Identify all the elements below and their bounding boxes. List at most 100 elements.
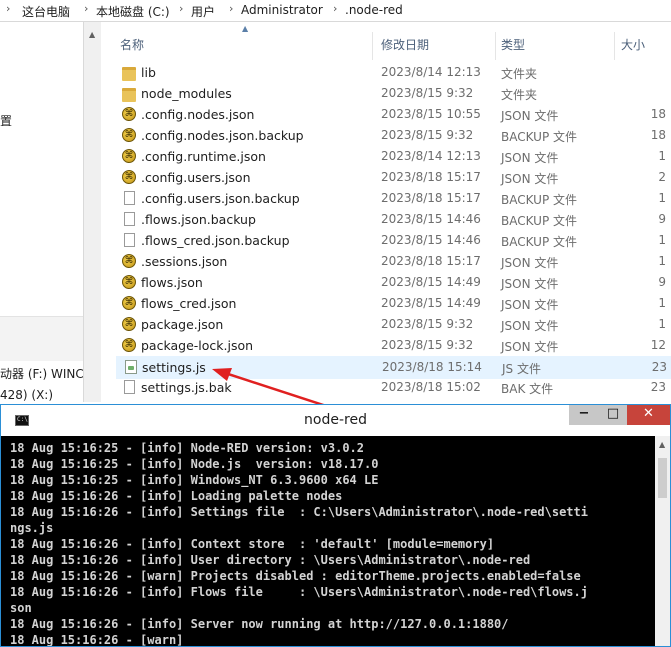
file-type: JSON 文件 xyxy=(501,298,559,312)
file-row[interactable]: settings.js 2023/8/18 15:14 JS 文件 23 xyxy=(116,356,671,379)
nav-item-drive-x[interactable]: 428) (X:) xyxy=(0,388,53,402)
file-row[interactable]: flows_cred.json 2023/8/15 14:49 JSON 文件 1 xyxy=(116,293,671,314)
file-type: JSON 文件 xyxy=(501,277,559,291)
console-line: 18 Aug 15:16:26 - [info] Settings file :… xyxy=(10,505,588,519)
blank-file-icon xyxy=(124,380,135,394)
json-file-icon xyxy=(122,107,136,121)
file-row[interactable]: lib 2023/8/14 12:13 文件夹 xyxy=(116,62,671,83)
file-modified: 2023/8/15 9:32 xyxy=(381,317,474,331)
json-file-icon xyxy=(122,296,136,310)
folder-icon xyxy=(122,67,136,81)
file-type: BACKUP 文件 xyxy=(501,130,577,144)
console-line: 18 Aug 15:16:26 - [info] Flows file : \U… xyxy=(10,585,588,599)
breadcrumb-users[interactable]: 用户 xyxy=(191,3,215,20)
file-row[interactable]: node_modules 2023/8/15 9:32 文件夹 xyxy=(116,83,671,104)
column-name[interactable]: 名称 xyxy=(120,36,144,53)
column-divider[interactable] xyxy=(495,32,496,60)
file-type: JSON 文件 xyxy=(501,109,559,123)
file-name: .config.users.json xyxy=(141,170,251,185)
file-size: 1 xyxy=(658,233,666,247)
chevron-right-icon[interactable]: › xyxy=(229,2,233,15)
file-row[interactable]: flows.json 2023/8/15 14:49 JSON 文件 9 xyxy=(116,272,671,293)
file-name: settings.js.bak xyxy=(141,380,232,395)
breadcrumb-node-red[interactable]: .node-red xyxy=(345,3,403,17)
console-line: ngs.js xyxy=(10,521,54,535)
file-modified: 2023/8/18 15:02 xyxy=(381,380,481,394)
file-row[interactable]: .sessions.json 2023/8/18 15:17 JSON 文件 1 xyxy=(116,251,671,272)
close-button[interactable]: ✕ xyxy=(627,405,670,425)
file-modified: 2023/8/18 15:17 xyxy=(381,191,481,205)
maximize-button[interactable]: □ xyxy=(598,405,628,425)
nav-scrollbar[interactable]: ▲ xyxy=(84,22,101,402)
file-name: settings.js xyxy=(142,360,206,375)
breadcrumb-this-pc[interactable]: 这台电脑 xyxy=(22,3,70,20)
json-file-icon xyxy=(122,128,136,142)
column-modified[interactable]: 修改日期 xyxy=(381,36,429,53)
console-line: 18 Aug 15:16:26 - [info] User directory … xyxy=(10,553,531,567)
file-row[interactable]: .config.runtime.json 2023/8/14 12:13 JSON … xyxy=(116,146,671,167)
chevron-right-icon[interactable]: › xyxy=(84,2,88,15)
breadcrumb-administrator[interactable]: Administrator xyxy=(241,3,323,17)
file-modified: 2023/8/18 15:14 xyxy=(382,360,482,374)
column-divider[interactable] xyxy=(372,32,373,60)
file-type: JSON 文件 xyxy=(501,319,559,333)
console-titlebar[interactable]: C:\ node-red − □ ✕ xyxy=(1,405,670,436)
console-line: son xyxy=(10,601,32,615)
file-size: 18 xyxy=(650,128,666,142)
json-file-icon xyxy=(122,170,136,184)
file-row[interactable]: .config.users.json.backup 2023/8/18 15:17… xyxy=(116,188,671,209)
console-output[interactable]: 18 Aug 15:16:25 - [info] Node-RED versio… xyxy=(10,440,655,646)
json-file-icon xyxy=(122,149,136,163)
file-type: JSON 文件 xyxy=(501,151,559,165)
file-modified: 2023/8/15 9:32 xyxy=(381,128,474,142)
console-line: 18 Aug 15:16:26 - [info] Server now runn… xyxy=(10,617,509,631)
scroll-thumb[interactable] xyxy=(658,458,667,498)
column-type[interactable]: 类型 xyxy=(501,36,525,53)
file-name: package-lock.json xyxy=(141,338,254,353)
file-name: .config.users.json.backup xyxy=(141,191,300,206)
file-size: 23 xyxy=(650,380,666,394)
file-row[interactable]: .config.nodes.json 2023/8/15 10:55 JSON 文件… xyxy=(116,104,671,125)
file-type: 文件夹 xyxy=(501,67,538,81)
file-size: 9 xyxy=(658,275,666,289)
console-line: 18 Aug 15:16:25 - [info] Node-RED versio… xyxy=(10,441,365,455)
nav-item-partial[interactable]: 置 xyxy=(0,112,12,129)
console-scrollbar[interactable]: ▲ xyxy=(655,436,670,646)
file-modified: 2023/8/15 14:46 xyxy=(381,233,481,247)
scroll-up-icon[interactable]: ▲ xyxy=(89,30,95,39)
file-name: .config.nodes.json xyxy=(141,107,255,122)
file-row[interactable]: .flows_cred.json.backup 2023/8/15 14:46 BA… xyxy=(116,230,671,251)
file-type: JSON 文件 xyxy=(501,256,559,270)
breadcrumb-local-disk[interactable]: 本地磁盘 (C:) xyxy=(96,3,170,20)
chevron-right-icon[interactable]: › xyxy=(179,2,183,15)
nav-divider xyxy=(0,316,83,361)
console-window[interactable]: C:\ node-red − □ ✕ 18 Aug 15:16:25 - [in… xyxy=(0,404,671,647)
file-size: 1 xyxy=(658,254,666,268)
file-name: .config.nodes.json.backup xyxy=(141,128,304,143)
column-size[interactable]: 大小 xyxy=(621,36,645,53)
file-row[interactable]: settings.js.bak 2023/8/18 15:02 BAK 文件 23 xyxy=(116,377,671,398)
file-type: JSON 文件 xyxy=(501,340,559,354)
file-size: 2 xyxy=(658,170,666,184)
minimize-button[interactable]: − xyxy=(569,405,599,425)
navigation-pane: 置 动器 (F:) WINCC 428) (X:) xyxy=(0,22,84,402)
file-row[interactable]: .flows.json.backup 2023/8/15 14:46 BACKUP … xyxy=(116,209,671,230)
file-name: package.json xyxy=(141,317,224,332)
file-row[interactable]: .config.nodes.json.backup 2023/8/15 9:32 B… xyxy=(116,125,671,146)
column-divider[interactable] xyxy=(614,32,615,60)
file-name: flows_cred.json xyxy=(141,296,237,311)
file-type: BAK 文件 xyxy=(501,382,554,396)
json-file-icon xyxy=(122,338,136,352)
scroll-up-icon[interactable]: ▲ xyxy=(659,440,665,449)
file-modified: 2023/8/18 15:17 xyxy=(381,254,481,268)
file-size: 12 xyxy=(650,338,666,352)
file-row[interactable]: package-lock.json 2023/8/15 9:32 JSON 文件 12 xyxy=(116,335,671,356)
file-row[interactable]: package.json 2023/8/15 9:32 JSON 文件 1 xyxy=(116,314,671,335)
file-row[interactable]: .config.users.json 2023/8/18 15:17 JSON 文件… xyxy=(116,167,671,188)
file-type: JS 文件 xyxy=(502,362,541,376)
nav-item-drive-f[interactable]: 动器 (F:) WINCC xyxy=(0,365,83,382)
file-size: 9 xyxy=(658,212,666,226)
chevron-right-icon[interactable]: › xyxy=(333,2,337,15)
file-size: 1 xyxy=(658,296,666,310)
chevron-right-icon[interactable]: › xyxy=(6,2,10,15)
